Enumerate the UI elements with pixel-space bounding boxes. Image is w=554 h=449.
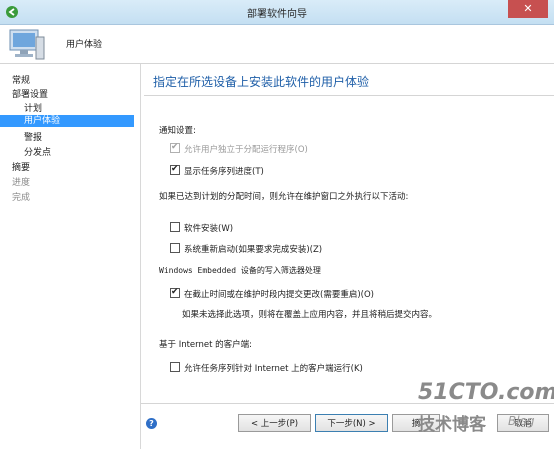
sidebar-item-general[interactable]: 常规 — [12, 73, 30, 86]
sidebar-item-progress: 进度 — [12, 178, 31, 188]
next-button[interactable]: 下一步(N) > — [315, 414, 388, 432]
back-button[interactable]: < 上一步(P) — [238, 414, 311, 432]
system-restart-checkbox[interactable] — [170, 243, 180, 253]
notification-settings-label: 通知设置: — [159, 126, 196, 136]
internet-clients-label: 基于 Internet 的客户端: — [159, 340, 253, 350]
sidebar-item-alerts[interactable]: 警报 — [24, 130, 42, 143]
sidebar-item-user-experience[interactable]: 用户体验 — [0, 115, 134, 127]
software-install-checkbox[interactable] — [170, 222, 180, 232]
allow-internet-label[interactable]: 允许任务序列针对 Internet 上的客户端运行(K) — [184, 362, 363, 374]
sidebar: 常规 部署设置 计划 用户体验 警报 分发点 摘要 进度 完成 — [0, 64, 141, 449]
commit-note: 如果未选择此选项，则将在覆盖上应用内容，并且将稍后提交内容。 — [182, 310, 438, 320]
close-button[interactable]: ✕ — [508, 0, 548, 18]
show-progress-label[interactable]: 显示任务序列进度(T) — [184, 165, 264, 177]
watermark-blog: Blog — [508, 414, 535, 428]
watermark-blog-cn: 技术博客 — [418, 415, 486, 435]
allow-user-run-label: 允许用户独立于分配运行程序(O) — [184, 145, 308, 155]
sidebar-item-summary[interactable]: 摘要 — [12, 160, 30, 173]
title-bar: 部署软件向导 ✕ — [0, 0, 554, 25]
commit-changes-checkbox[interactable] — [170, 287, 180, 298]
sidebar-item-completion: 完成 — [12, 193, 31, 203]
header-page-name: 用户体验 — [66, 40, 103, 50]
help-icon[interactable]: ? — [146, 418, 157, 429]
sidebar-item-schedule[interactable]: 计划 — [24, 101, 42, 114]
wizard-header: 用户体验 — [0, 25, 554, 64]
allow-internet-checkbox[interactable] — [170, 362, 180, 372]
watermark-site: 51CTO.com — [418, 380, 554, 405]
deadline-activities-label: 如果已达到计划的分配时间，则允许在维护窗口之外执行以下活动: — [159, 192, 409, 202]
page-heading: 指定在所选设备上安装此软件的用户体验 — [153, 75, 370, 89]
windows-embedded-label: Windows Embedded 设备的写入筛选器处理 — [159, 266, 321, 275]
sidebar-item-distribution-points[interactable]: 分发点 — [24, 145, 51, 158]
computer-icon — [9, 29, 45, 60]
software-install-label[interactable]: 软件安装(W) — [184, 222, 233, 234]
system-restart-label[interactable]: 系统重新启动(如果要求完成安装)(Z) — [184, 243, 322, 255]
window-title: 部署软件向导 — [247, 9, 307, 20]
heading-divider — [144, 95, 554, 96]
sidebar-item-deployment-settings[interactable]: 部署设置 — [12, 87, 48, 100]
allow-user-run-checkbox — [170, 142, 180, 153]
commit-changes-label[interactable]: 在截止时间或在维护时段内提交更改(需要重启)(O) — [184, 288, 374, 300]
show-progress-checkbox[interactable] — [170, 164, 180, 175]
